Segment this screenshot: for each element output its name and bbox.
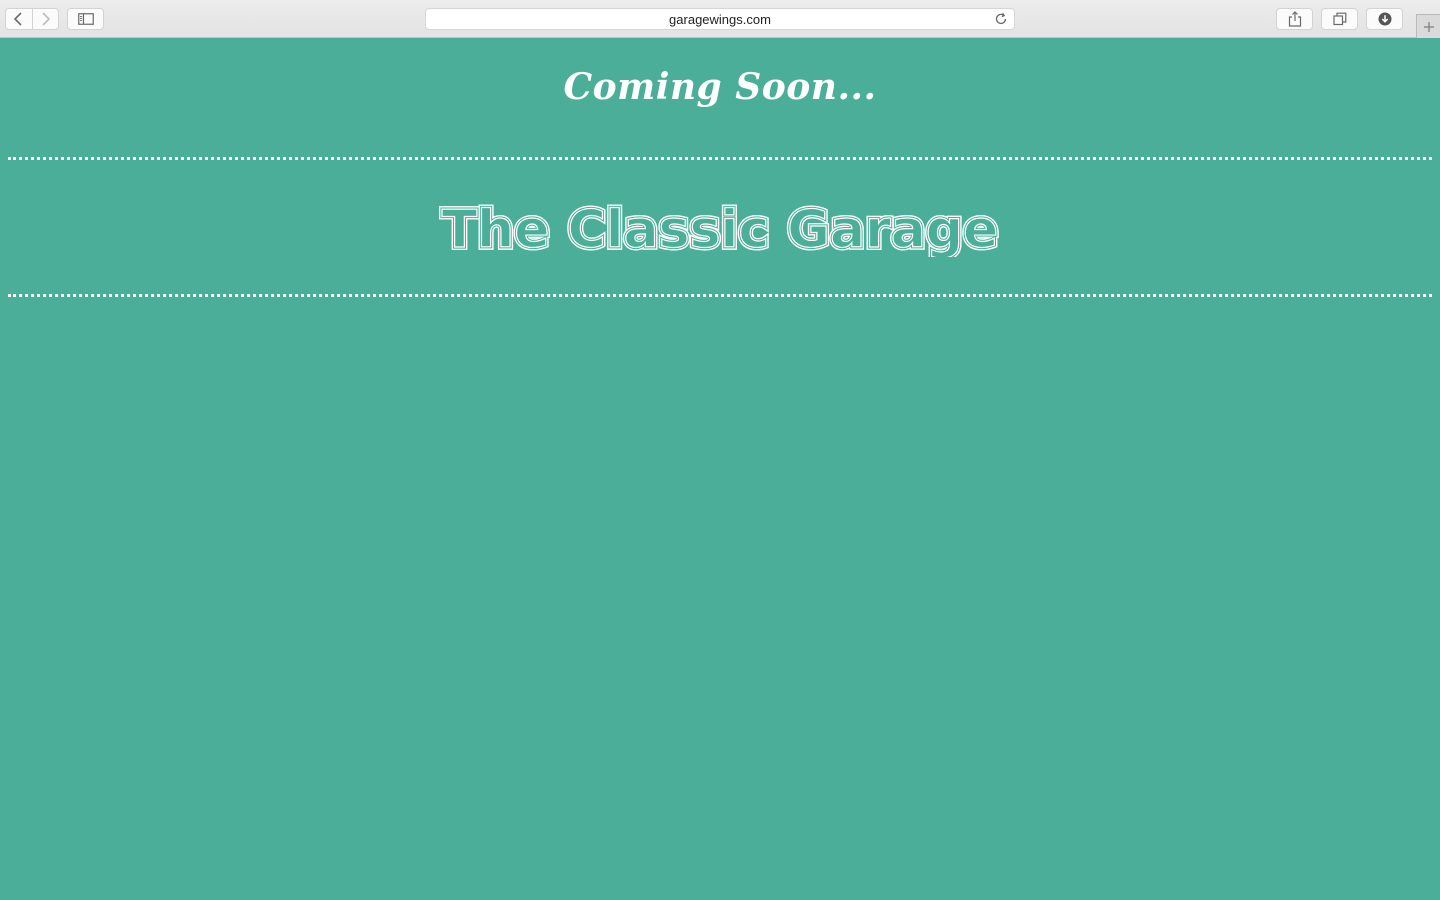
chevron-left-icon: [13, 12, 22, 26]
sidebar-icon: [77, 13, 94, 25]
site-logo: The Classic Garage The Classic Garage Th…: [0, 195, 1440, 263]
share-icon: [1288, 11, 1301, 27]
address-bar[interactable]: garagewings.com: [425, 8, 1015, 30]
url-text: garagewings.com: [669, 12, 771, 27]
chevron-right-icon: [42, 12, 51, 26]
forward-button[interactable]: [31, 9, 59, 29]
tabs-overview-button[interactable]: [1321, 8, 1358, 30]
back-button[interactable]: [6, 9, 32, 29]
divider-top: [8, 157, 1432, 160]
coming-soon-heading: Coming Soon...: [563, 66, 877, 108]
share-button[interactable]: [1276, 8, 1313, 30]
sidebar-button[interactable]: [67, 8, 104, 30]
divider-bottom: [8, 294, 1432, 297]
new-tab-button[interactable]: [1416, 14, 1440, 38]
logo-text-inner: The Classic Garage: [442, 200, 999, 257]
download-icon: [1378, 12, 1391, 26]
browser-toolbar: garagewings.com: [0, 0, 1440, 38]
tabs-icon: [1332, 12, 1346, 26]
downloads-button[interactable]: [1366, 8, 1403, 30]
reload-icon[interactable]: [994, 12, 1008, 31]
history-nav: [5, 8, 59, 30]
plus-icon: [1423, 21, 1434, 32]
